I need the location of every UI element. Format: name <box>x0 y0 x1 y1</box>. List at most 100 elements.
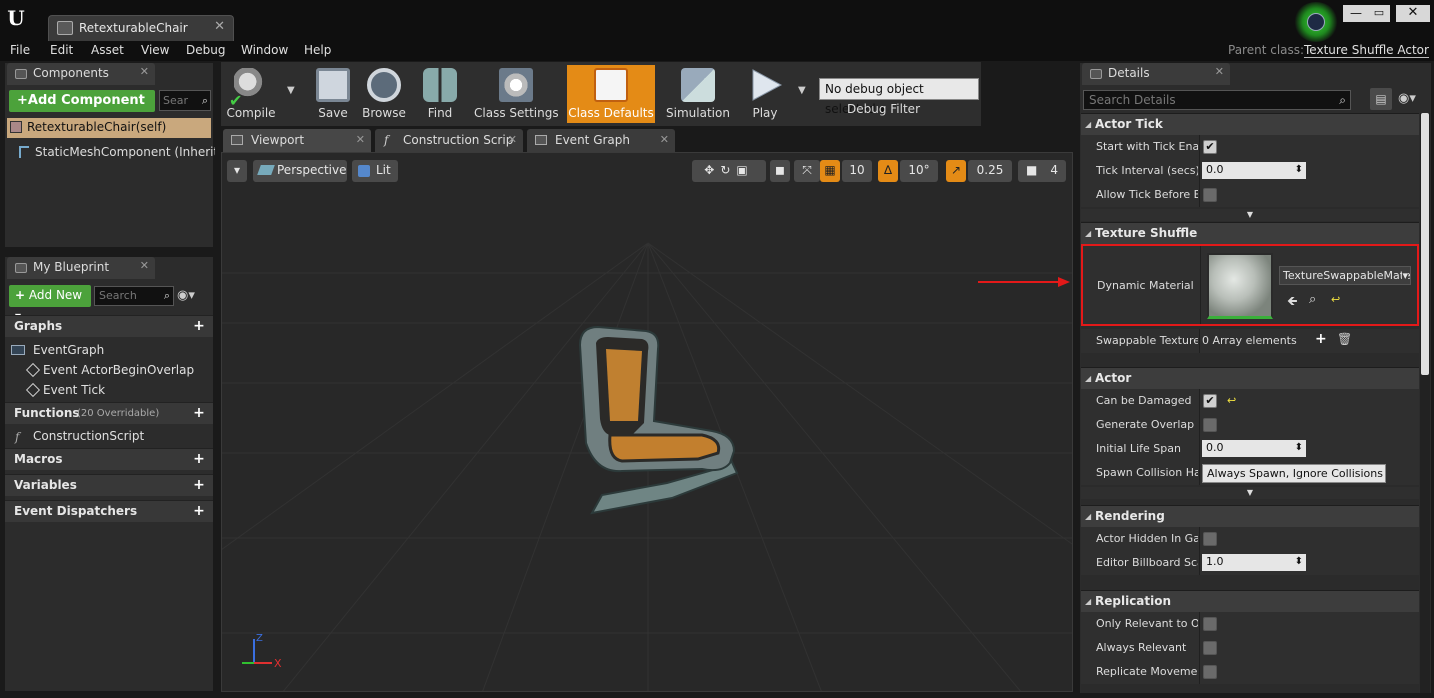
close-tab-icon[interactable]: ✕ <box>1215 65 1224 78</box>
tab-event-graph[interactable]: Event Graph ✕ <box>527 129 675 152</box>
menu-file[interactable]: File <box>10 43 30 57</box>
add-dispatcher-plus-icon[interactable]: + <box>191 503 207 519</box>
actor-category[interactable]: ◢ Actor <box>1081 367 1419 389</box>
component-root-item[interactable]: RetexturableChair(self) <box>7 118 211 138</box>
variables-category[interactable]: Variables + <box>5 474 213 496</box>
maximize-button[interactable]: ▭ <box>1368 5 1390 22</box>
add-new-button[interactable]: + Add New ▾ <box>9 285 91 323</box>
event-dispatchers-category[interactable]: Event Dispatchers + <box>5 500 213 522</box>
menu-asset[interactable]: Asset <box>91 43 124 57</box>
event-tick-item[interactable]: Event Tick <box>5 380 213 400</box>
lit-button[interactable]: Lit <box>352 160 398 182</box>
components-search-input[interactable]: Sear ⌕ <box>159 90 211 111</box>
menu-window[interactable]: Window <box>241 43 288 57</box>
world-local-toggle[interactable]: ◼ <box>770 160 790 182</box>
reset-to-default-icon[interactable]: ↩ <box>1227 394 1236 407</box>
add-macro-plus-icon[interactable]: + <box>191 451 207 467</box>
material-thumbnail[interactable] <box>1207 253 1273 319</box>
simulation-button[interactable]: Simulation <box>665 65 731 123</box>
save-button[interactable]: Save <box>313 65 353 123</box>
texture-shuffle-category[interactable]: ◢ Texture Shuffle <box>1081 222 1419 244</box>
functions-category[interactable]: Functions (20 Overridable) + <box>5 402 213 424</box>
add-variable-plus-icon[interactable]: + <box>191 477 207 493</box>
component-child-item[interactable]: StaticMeshComponent (Inherited <box>17 143 215 161</box>
use-selected-arrow-icon[interactable]: 🡸 <box>1287 292 1298 314</box>
grid-snap-toggle[interactable]: ▦ <box>820 160 840 182</box>
parent-class-link[interactable]: Texture Shuffle Actor <box>1304 43 1429 58</box>
viewport[interactable]: ▾ Perspective Lit ✥↻▣ ◼ ⤧ ▦ 10 ∆ 10° ↗ 0… <box>221 152 1073 692</box>
always-relevant-checkbox[interactable] <box>1203 641 1217 655</box>
transform-tools[interactable]: ✥↻▣ <box>692 160 766 182</box>
only-relevant-checkbox[interactable] <box>1203 617 1217 631</box>
tick-interval-input[interactable]: 0.0 ⬍ <box>1202 162 1306 179</box>
menu-view[interactable]: View <box>141 43 169 57</box>
browse-magnifier-icon[interactable]: ⌕ <box>1309 292 1316 307</box>
close-tab-icon[interactable]: ✕ <box>140 259 149 272</box>
camera-speed-button[interactable]: ■ 4 <box>1018 160 1066 182</box>
compile-options-dropdown[interactable]: ▼ <box>281 65 301 123</box>
add-function-plus-icon[interactable]: + <box>191 405 207 421</box>
rotate-icon[interactable]: ↻ <box>720 163 736 177</box>
grid-snap-value[interactable]: 10 <box>842 160 872 182</box>
browse-button[interactable]: Browse <box>361 65 407 123</box>
billboard-scale-input[interactable]: 1.0 ⬍ <box>1202 554 1306 571</box>
blueprint-search-input[interactable]: Search ⌕ <box>94 286 174 306</box>
graphs-category[interactable]: Graphs + <box>5 315 213 337</box>
close-tab-icon[interactable]: ✕ <box>508 129 517 151</box>
menu-help[interactable]: Help <box>304 43 331 57</box>
play-options-dropdown[interactable]: ▼ <box>795 65 811 123</box>
add-component-button[interactable]: +Add Component ▾ <box>9 90 155 129</box>
view-options-eye-icon[interactable]: ◉▾ <box>1398 91 1416 106</box>
details-scrollbar-thumb[interactable] <box>1421 113 1429 375</box>
property-matrix-button[interactable]: ▤ <box>1370 88 1392 110</box>
details-scrollbar[interactable] <box>1420 113 1430 693</box>
close-tab-icon[interactable]: ✕ <box>660 129 669 151</box>
hidden-in-game-checkbox[interactable] <box>1203 532 1217 546</box>
allow-tick-checkbox[interactable] <box>1203 188 1217 202</box>
debug-object-select[interactable]: No debug object selected ▾ <box>819 78 979 116</box>
show-advanced-toggle[interactable]: ▼ <box>1081 209 1419 221</box>
view-options-eye-icon[interactable]: ◉▾ <box>177 288 195 303</box>
play-button[interactable]: Play <box>739 65 791 123</box>
clear-trash-icon[interactable]: 🗑 <box>1337 332 1352 346</box>
event-graph-item[interactable]: EventGraph <box>5 340 213 360</box>
translate-icon[interactable]: ✥ <box>704 163 720 177</box>
close-tab-icon[interactable]: ✕ <box>214 19 225 34</box>
event-actor-begin-overlap-item[interactable]: Event ActorBeginOverlap <box>5 360 213 380</box>
compile-button[interactable]: ✔ Compile <box>223 65 279 123</box>
generate-overlap-checkbox[interactable] <box>1203 418 1217 432</box>
tab-viewport[interactable]: Viewport ✕ <box>223 129 371 152</box>
class-defaults-button[interactable]: Class Defaults <box>567 65 655 123</box>
material-asset-picker[interactable]: TextureSwappableMate ▾ <box>1279 266 1411 285</box>
rotation-snap-toggle[interactable]: ∆ <box>878 160 898 182</box>
viewport-options-dropdown[interactable]: ▾ <box>227 160 247 182</box>
menu-edit[interactable]: Edit <box>50 43 73 57</box>
reset-to-default-icon[interactable]: ↩ <box>1331 293 1340 306</box>
document-tab[interactable]: RetexturableChair ✕ <box>48 15 234 41</box>
add-graph-plus-icon[interactable]: + <box>191 318 207 334</box>
details-tab[interactable]: Details ✕ <box>1082 63 1230 85</box>
tab-construction-script[interactable]: f Construction Scrip ✕ <box>375 129 523 152</box>
find-button[interactable]: Find <box>417 65 463 123</box>
scale-icon[interactable]: ▣ <box>736 163 753 177</box>
my-blueprint-tab[interactable]: My Blueprint ✕ <box>7 257 155 279</box>
show-advanced-toggle[interactable]: ▼ <box>1081 487 1419 499</box>
macros-category[interactable]: Macros + <box>5 448 213 470</box>
replicate-movement-checkbox[interactable] <box>1203 665 1217 679</box>
actor-tick-category[interactable]: ◢ Actor Tick <box>1081 113 1419 135</box>
close-tab-icon[interactable]: ✕ <box>140 65 149 78</box>
scale-snap-toggle[interactable]: ↗ <box>946 160 966 182</box>
details-search-input[interactable]: Search Details ⌕ <box>1083 90 1351 110</box>
add-element-plus-icon[interactable]: + <box>1315 331 1327 347</box>
close-window-button[interactable]: ✕ <box>1396 5 1430 22</box>
can-be-damaged-checkbox[interactable]: ✔ <box>1203 394 1217 408</box>
close-tab-icon[interactable]: ✕ <box>356 129 365 151</box>
scale-snap-value[interactable]: 0.25 <box>968 160 1012 182</box>
rotation-snap-value[interactable]: 10° <box>900 160 938 182</box>
replication-category[interactable]: ◢ Replication <box>1081 590 1419 612</box>
spawn-collision-select[interactable]: Always Spawn, Ignore Collisions ▾ <box>1202 464 1386 483</box>
menu-debug[interactable]: Debug <box>186 43 225 57</box>
surface-snap-button[interactable]: ⤧ <box>794 160 820 182</box>
perspective-button[interactable]: Perspective <box>253 160 347 182</box>
initial-life-span-input[interactable]: 0.0 ⬍ <box>1202 440 1306 457</box>
